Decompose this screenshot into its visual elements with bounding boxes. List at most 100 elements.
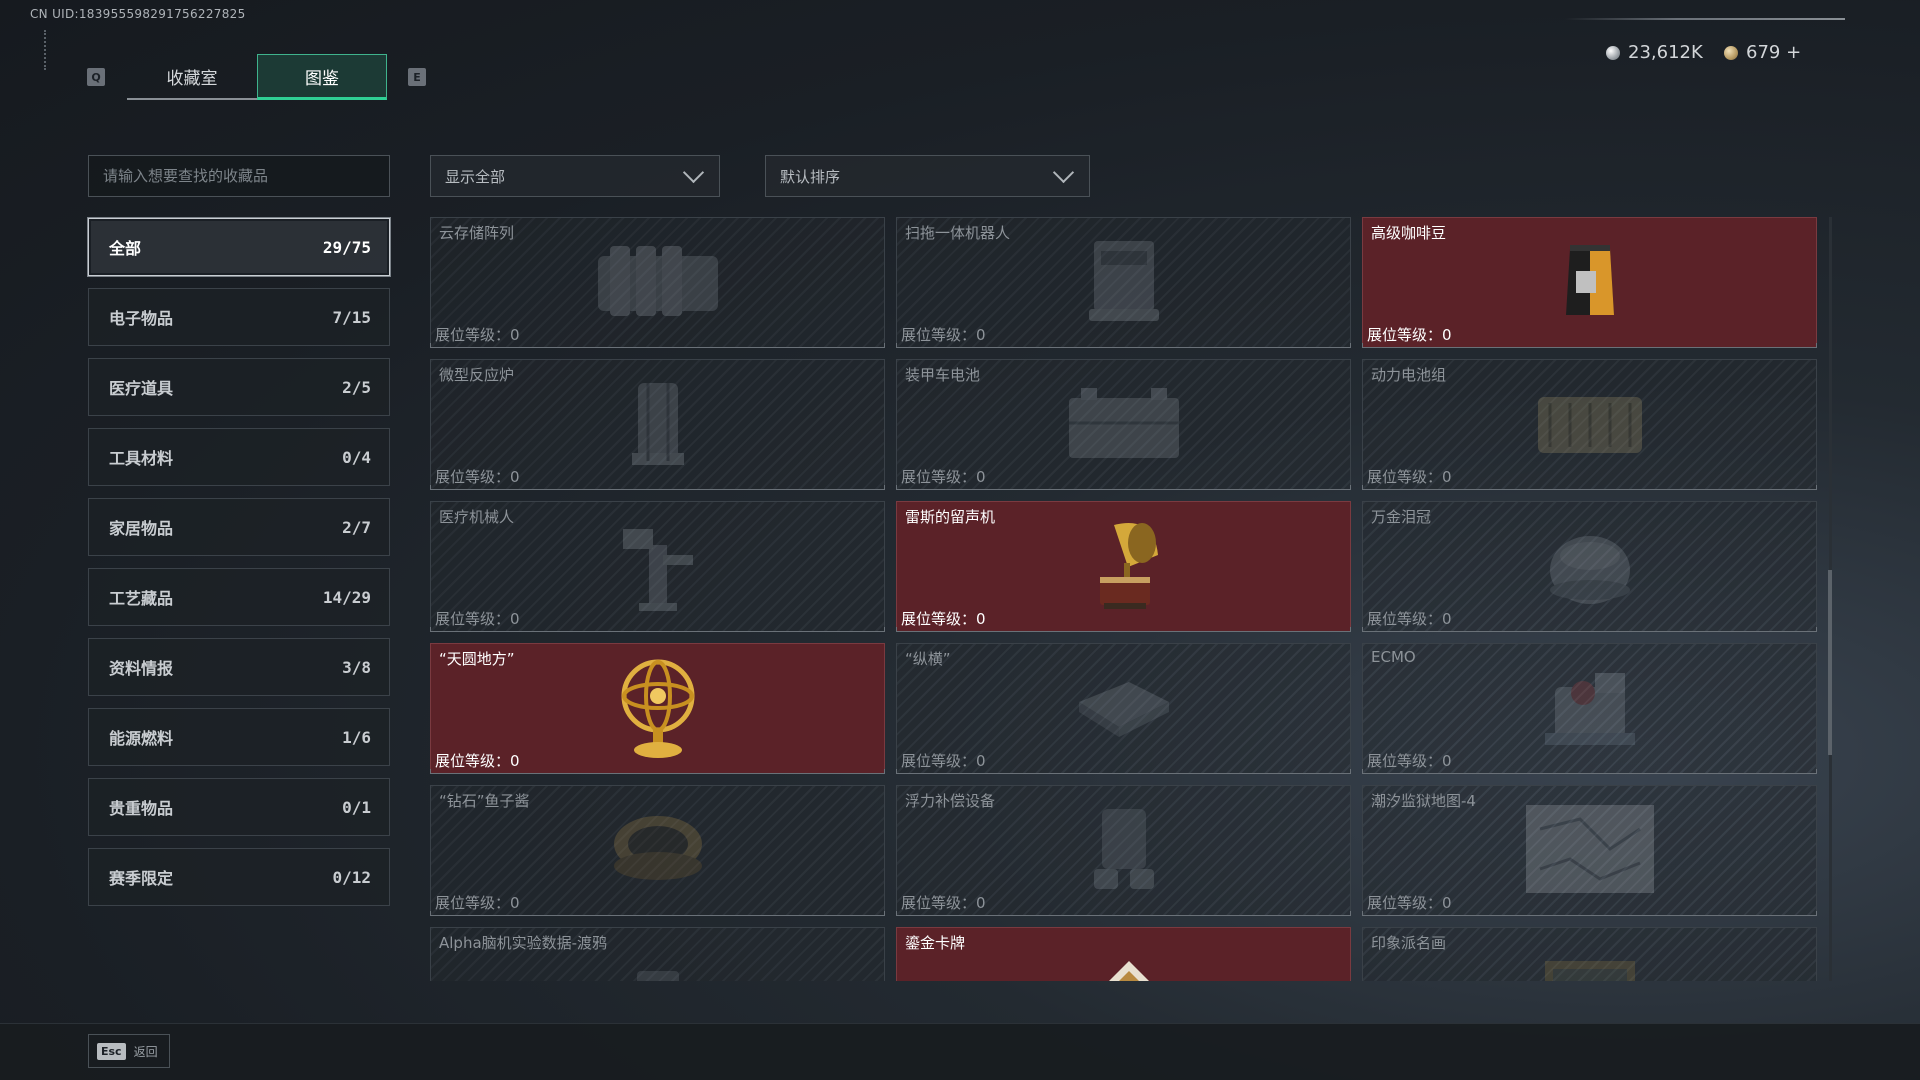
collectible-card[interactable]: 装甲车电池 展位等级：0 (896, 359, 1351, 490)
player-uid: CN UID:183955598291756227825 (30, 7, 246, 21)
collectible-card[interactable]: ECMO 展位等级：0 (1362, 643, 1817, 774)
display-filter-dropdown[interactable]: 显示全部 (430, 155, 720, 197)
chevron-down-icon (682, 161, 705, 183)
booth-level-label: 展位等级： (435, 326, 511, 344)
category-count: 29/75 (322, 237, 371, 257)
collectible-card[interactable]: 云存储阵列 展位等级：0 (430, 217, 885, 348)
booth-level: 展位等级：0 (435, 608, 520, 629)
scrollbar-thumb[interactable] (1828, 570, 1832, 755)
booth-level: 展位等级：0 (435, 892, 520, 913)
category-label: 家居物品 (109, 519, 174, 538)
category-label: 医疗道具 (109, 379, 174, 398)
collectible-card[interactable]: “钻石”鱼子酱 展位等级：0 (430, 785, 885, 916)
collectible-name: 微型反应炉 (439, 366, 515, 384)
silver-coin-icon (1606, 45, 1620, 60)
battery-icon (1059, 378, 1189, 472)
booth-level-label: 展位等级： (435, 894, 511, 912)
category-count: 0/12 (332, 867, 371, 887)
booth-level-value: 0 (1442, 326, 1452, 344)
category-list: 全部 29/75 电子物品 7/15 医疗道具 2/5 工具材料 0/4 家居物品 2/7… (88, 218, 390, 918)
chessboard-icon (1069, 672, 1179, 746)
collectible-card[interactable]: 浮力补偿设备展位等级：0 (896, 785, 1351, 916)
booth-level-value: 0 (976, 752, 986, 770)
tab-collection-room[interactable]: 收藏室 (127, 54, 257, 100)
collectible-card[interactable]: 动力电池组 展位等级：0 (1362, 359, 1817, 490)
category-label: 能源燃料 (109, 729, 174, 748)
collectible-name: 印象派名画 (1371, 934, 1447, 952)
collectible-card[interactable]: 医疗机械人 展位等级：0 (430, 501, 885, 632)
collectible-card[interactable]: 高级咖啡豆 展位等级：0 (1362, 217, 1817, 348)
collectible-card[interactable]: 万金泪冠 展位等级：0 (1362, 501, 1817, 632)
reactor-icon (618, 373, 698, 477)
collectible-card[interactable]: “天圆地方” 展位等级：0 (430, 643, 885, 774)
collectible-name: Alpha脑机实验数据-渡鸦 (439, 934, 608, 952)
booth-level-label: 展位等级： (901, 610, 977, 628)
category-label: 赛季限定 (109, 869, 174, 888)
category-medical[interactable]: 医疗道具 2/5 (88, 358, 390, 416)
collectible-card[interactable]: 扫拖一体机器人 展位等级：0 (896, 217, 1351, 348)
collectible-name: 鎏金卡牌 (905, 934, 966, 952)
booth-level: 展位等级：0 (1367, 324, 1452, 345)
collectible-card[interactable]: 微型反应炉展位等级：0 (430, 359, 885, 490)
collectible-card[interactable]: 鎏金卡牌展位等级：0 (896, 927, 1351, 981)
category-season-limited[interactable]: 赛季限定 0/12 (88, 848, 390, 906)
item-grid: 云存储阵列 展位等级：0 扫拖一体机器人 展位等级：0 高级咖啡豆 展位等级：0 微型反应炉… (430, 217, 1826, 981)
category-count: 3/8 (342, 657, 371, 677)
booth-level-value: 0 (510, 894, 520, 912)
category-count: 0/1 (342, 797, 371, 817)
category-crafts[interactable]: 工艺藏品 14/29 (88, 568, 390, 626)
booth-level-label: 展位等级： (1367, 752, 1443, 770)
ecmo-machine-icon (1535, 657, 1645, 761)
category-valuables[interactable]: 贵重物品 0/1 (88, 778, 390, 836)
booth-level-value: 0 (510, 610, 520, 628)
esc-key-icon: Esc (97, 1042, 126, 1060)
collectible-card[interactable]: 雷斯的留声机 展位等级：0 (896, 501, 1351, 632)
booth-level-value: 0 (510, 468, 520, 486)
data-drive-icon (623, 961, 693, 981)
server-array-icon (588, 236, 728, 330)
currency-bronze-value: 679 + (1746, 42, 1802, 63)
collectible-card[interactable]: 印象派名画展位等级：0 (1362, 927, 1817, 981)
booth-level-value: 0 (510, 752, 520, 770)
chevron-down-icon (1052, 161, 1075, 183)
booth-level-value: 0 (976, 326, 986, 344)
booth-level: 展位等级：0 (1367, 466, 1452, 487)
category-count: 0/4 (342, 447, 371, 467)
booth-level: 展位等级：0 (435, 466, 520, 487)
bcd-vest-icon (1084, 799, 1164, 903)
booth-level-value: 0 (976, 468, 986, 486)
booth-level-label: 展位等级： (1367, 894, 1443, 912)
collectible-name: 雷斯的留声机 (905, 508, 996, 526)
robot-vacuum-icon (1079, 231, 1169, 335)
header-divider (1565, 18, 1845, 20)
booth-level-label: 展位等级： (901, 468, 977, 486)
category-household[interactable]: 家居物品 2/7 (88, 498, 390, 556)
collectible-card[interactable]: “纵横” 展位等级：0 (896, 643, 1351, 774)
collectible-card[interactable]: Alpha脑机实验数据-渡鸦展位等级：0 (430, 927, 885, 981)
booth-level-label: 展位等级： (901, 894, 977, 912)
category-count: 7/15 (332, 307, 371, 327)
booth-level: 展位等级：0 (901, 892, 986, 913)
sort-dropdown[interactable]: 默认排序 (765, 155, 1090, 197)
collectible-card[interactable]: 潮汐监狱地图-4 展位等级：0 (1362, 785, 1817, 916)
painting-icon (1535, 951, 1645, 981)
category-energy[interactable]: 能源燃料 1/6 (88, 708, 390, 766)
currency-bronze[interactable]: 679 + (1724, 42, 1801, 63)
booth-level: 展位等级：0 (901, 324, 986, 345)
category-tools[interactable]: 工具材料 0/4 (88, 428, 390, 486)
back-button[interactable]: Esc 返回 (88, 1034, 170, 1068)
category-intel[interactable]: 资料情报 3/8 (88, 638, 390, 696)
booth-level: 展位等级：0 (435, 324, 520, 345)
collectible-name: 浮力补偿设备 (905, 792, 996, 810)
search-input[interactable] (88, 155, 390, 197)
category-electronics[interactable]: 电子物品 7/15 (88, 288, 390, 346)
booth-level-label: 展位等级： (435, 468, 511, 486)
category-count: 2/7 (342, 517, 371, 537)
booth-level-value: 0 (1442, 468, 1452, 486)
category-label: 贵重物品 (109, 799, 174, 818)
tab-catalog[interactable]: 图鉴 (257, 54, 387, 100)
crown-icon (1540, 520, 1640, 614)
booth-level-value: 0 (976, 894, 986, 912)
bronze-coin-icon (1724, 45, 1738, 60)
category-all[interactable]: 全部 29/75 (88, 218, 390, 276)
